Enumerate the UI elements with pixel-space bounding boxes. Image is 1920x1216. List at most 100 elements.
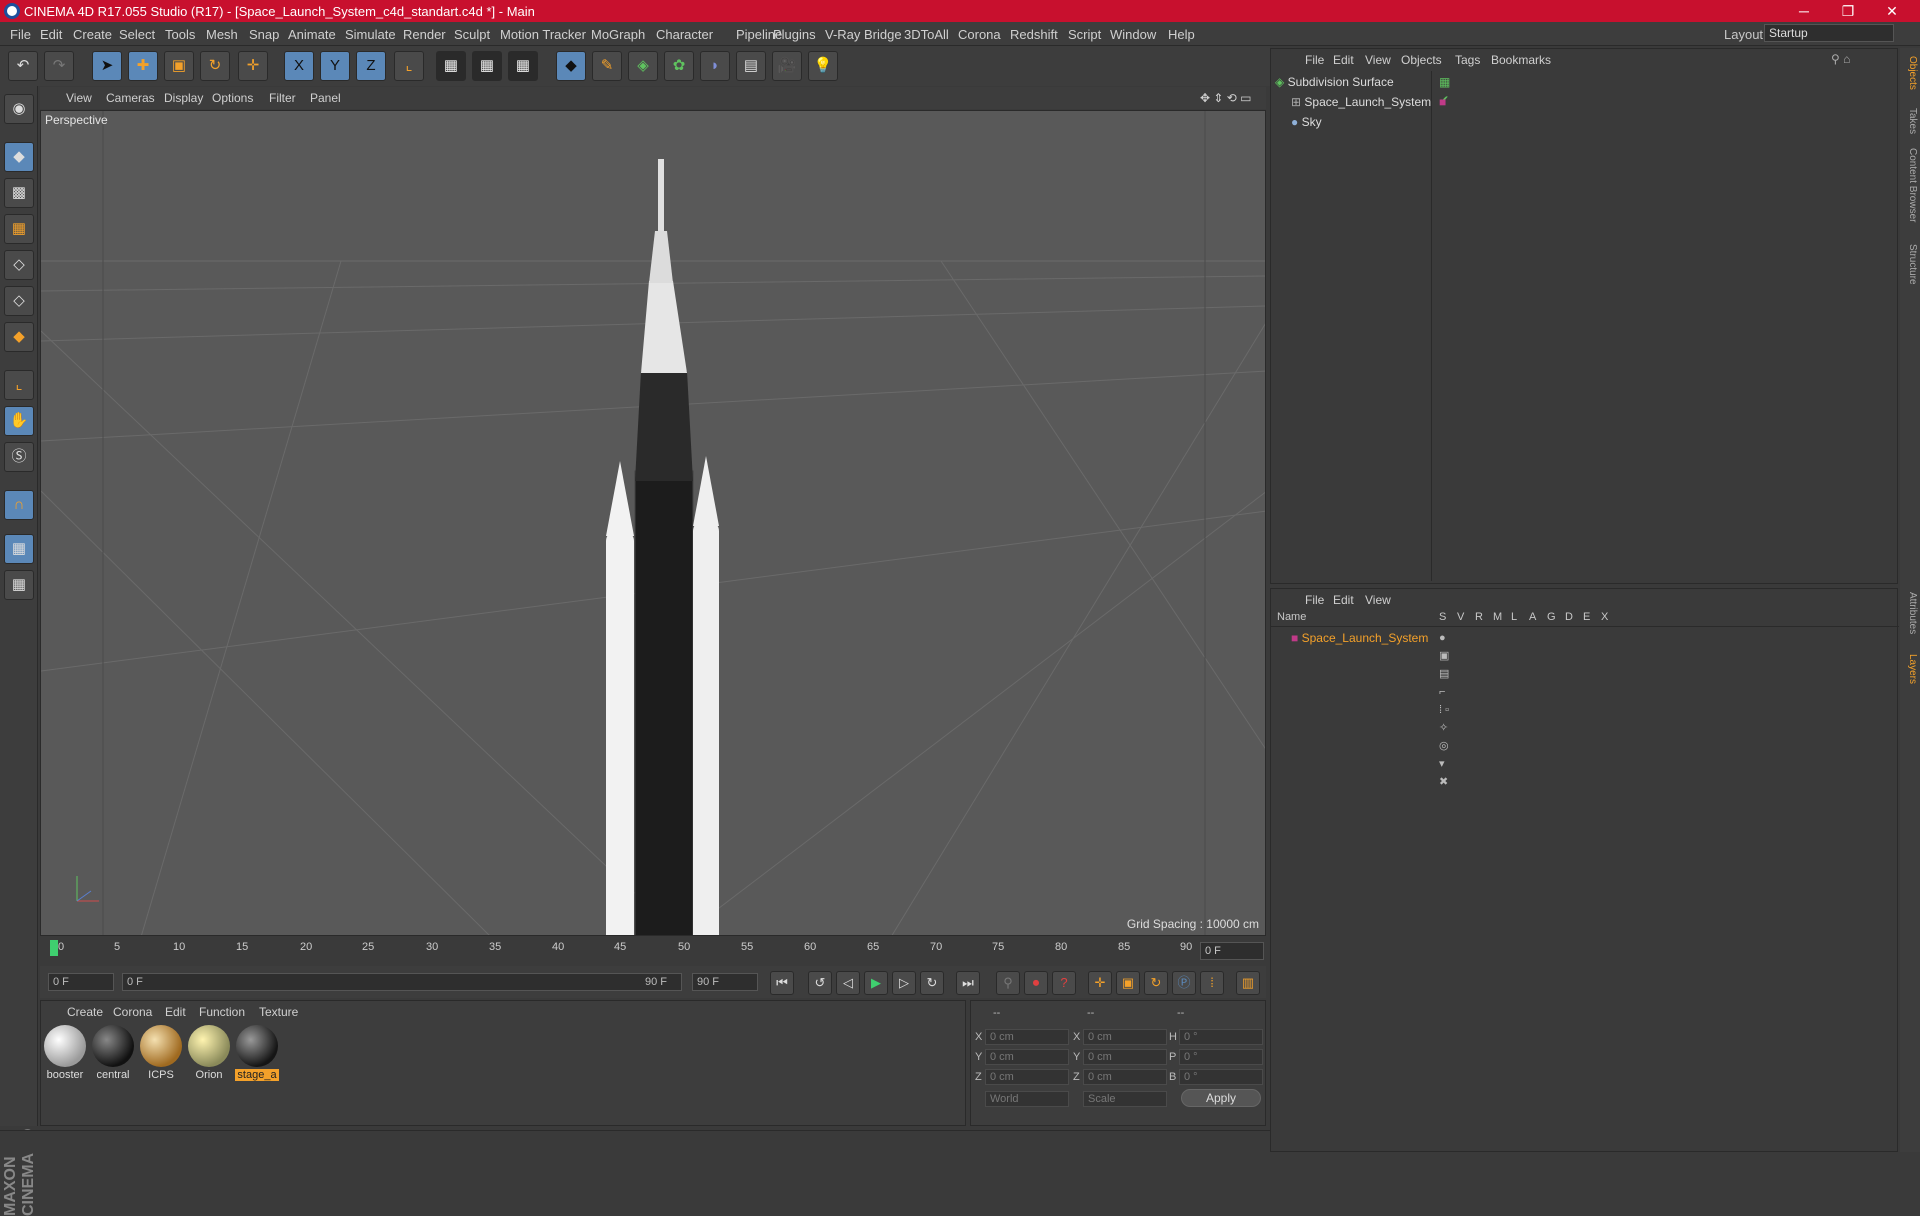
vp-menu-filter[interactable]: Filter — [269, 91, 296, 105]
menu-help[interactable]: Help — [1168, 27, 1195, 42]
step-back-icon[interactable]: ◁ — [836, 971, 860, 995]
texture-mode-icon[interactable]: ▩ — [4, 178, 34, 208]
scale-icon[interactable]: ▣ — [164, 51, 194, 81]
prev-key-icon[interactable]: ↺ — [808, 971, 832, 995]
step-forward-icon[interactable]: ▷ — [892, 971, 916, 995]
material-swatch[interactable]: central — [91, 1025, 135, 1083]
pen-spline-icon[interactable]: ✎ — [592, 51, 622, 81]
camera-icon[interactable]: 🎥 — [772, 51, 802, 81]
tab-takes[interactable]: Takes — [1902, 108, 1918, 134]
menu-file[interactable]: File — [10, 27, 31, 42]
rotation-b-field[interactable]: 0 ° — [1179, 1069, 1263, 1085]
menu-plugins[interactable]: Plugins — [773, 27, 816, 42]
menu-motion-tracker[interactable]: Motion Tracker — [500, 27, 586, 42]
light-icon[interactable]: 💡 — [808, 51, 838, 81]
menu-vray-bridge[interactable]: V-Ray Bridge — [825, 27, 902, 42]
obj-menu-view[interactable]: View — [1365, 53, 1391, 67]
edges-mode-icon[interactable]: ◇ — [4, 286, 34, 316]
move-icon[interactable]: ✚ — [128, 51, 158, 81]
end-frame-field[interactable]: 90 F — [692, 973, 758, 991]
redo-icon[interactable]: ↷ — [44, 51, 74, 81]
points-mode-icon[interactable]: ◇ — [4, 250, 34, 280]
key-rotation-icon[interactable]: ↻ — [1144, 971, 1168, 995]
play-icon[interactable]: ▶ — [864, 971, 888, 995]
layer-tag-icon[interactable]: ■ — [1439, 93, 1446, 111]
frame-range-slider[interactable]: 0 F 90 F — [122, 973, 682, 991]
layout-select[interactable]: Startup — [1764, 24, 1894, 42]
obj-menu-edit[interactable]: Edit — [1333, 53, 1354, 67]
playhead[interactable] — [50, 940, 58, 956]
material-swatch[interactable]: Orion — [187, 1025, 231, 1083]
vp-menu-panel[interactable]: Panel — [310, 91, 341, 105]
tab-layers[interactable]: Layers — [1902, 654, 1918, 684]
mat-menu-edit[interactable]: Edit — [165, 1005, 186, 1019]
record-icon[interactable]: ⏺ — [1024, 971, 1048, 995]
viewport-nav-icons[interactable]: ✥ ⇕ ⟲ ▭ — [1200, 91, 1252, 105]
timeline-window-icon[interactable]: ▥ — [1236, 971, 1260, 995]
key-pla-icon[interactable]: ⁞ — [1200, 971, 1224, 995]
rotation-p-field[interactable]: 0 ° — [1179, 1049, 1263, 1065]
menu-corona[interactable]: Corona — [958, 27, 1001, 42]
layer-color-icon[interactable]: ■ — [1291, 631, 1302, 645]
size-y-field[interactable]: 0 cm — [1083, 1049, 1167, 1065]
menu-snap[interactable]: Snap — [249, 27, 279, 42]
autokey-icon[interactable]: ? — [1052, 971, 1076, 995]
vp-menu-cameras[interactable]: Cameras — [106, 91, 155, 105]
menu-render[interactable]: Render — [403, 27, 446, 42]
transform-icon[interactable]: ✛ — [238, 51, 268, 81]
layer-menu-file[interactable]: File — [1305, 593, 1324, 607]
object-row-subdivision[interactable]: ◈ Subdivision Surface ▦ ✔ — [1275, 73, 1450, 107]
menu-mograph[interactable]: MoGraph — [591, 27, 645, 42]
key-scale-icon[interactable]: ▣ — [1116, 971, 1140, 995]
minimize-button[interactable]: ─ — [1782, 0, 1826, 22]
material-swatch[interactable]: booster — [43, 1025, 87, 1083]
size-mode-select[interactable]: Scale — [1083, 1091, 1167, 1107]
go-to-start-icon[interactable]: ⏮ — [770, 971, 794, 995]
menu-edit[interactable]: Edit — [40, 27, 62, 42]
motion-path-icon[interactable]: ⚲ — [996, 971, 1020, 995]
tab-attributes[interactable]: Attributes — [1902, 592, 1918, 634]
tab-objects[interactable]: Objects — [1902, 56, 1918, 90]
menu-simulate[interactable]: Simulate — [345, 27, 396, 42]
deformer-icon[interactable]: ◗ — [700, 51, 730, 81]
workplane-lock-icon[interactable]: ▦ — [4, 534, 34, 564]
select-arrow-icon[interactable]: ➤ — [92, 51, 122, 81]
key-position-icon[interactable]: ✛ — [1088, 971, 1112, 995]
mat-menu-corona[interactable]: Corona — [113, 1005, 152, 1019]
menu-select[interactable]: Select — [119, 27, 155, 42]
obj-menu-bookmarks[interactable]: Bookmarks — [1491, 53, 1551, 67]
position-y-field[interactable]: 0 cm — [985, 1049, 1069, 1065]
menu-animate[interactable]: Animate — [288, 27, 336, 42]
rotation-h-field[interactable]: 0 ° — [1179, 1029, 1263, 1045]
render-view-icon[interactable]: ▦ — [436, 51, 466, 81]
render-picture-viewer-icon[interactable]: ▦ — [472, 51, 502, 81]
perspective-viewport[interactable]: Perspective Grid Spacing : 10000 cm — [40, 110, 1266, 936]
obj-menu-tags[interactable]: Tags — [1455, 53, 1480, 67]
position-x-field[interactable]: 0 cm — [985, 1029, 1069, 1045]
menu-redshift[interactable]: Redshift — [1010, 27, 1058, 42]
position-z-field[interactable]: 0 cm — [985, 1069, 1069, 1085]
layer-row[interactable]: ■ Space_Launch_System ● ▣ ▤ ⌐ ⁞ ▫ ✧ ◎ ▾ ✖ — [1291, 629, 1449, 788]
workplane-icon[interactable]: ▦ — [4, 214, 34, 244]
go-to-end-icon[interactable]: ⏭ — [956, 971, 980, 995]
rotate-icon[interactable]: ↻ — [200, 51, 230, 81]
current-frame-field[interactable]: 0 F — [1200, 942, 1264, 960]
model-mode-icon[interactable]: ◆ — [4, 142, 34, 172]
coordinate-mode-select[interactable]: World — [985, 1091, 1069, 1107]
tab-content-browser[interactable]: Content Browser — [1902, 148, 1918, 222]
close-button[interactable]: ✕ — [1870, 0, 1914, 22]
menu-3dtoall[interactable]: 3DToAll — [904, 27, 949, 42]
layer-menu-edit[interactable]: Edit — [1333, 593, 1354, 607]
menu-create[interactable]: Create — [73, 27, 112, 42]
layer-menu-view[interactable]: View — [1365, 593, 1391, 607]
menu-sculpt[interactable]: Sculpt — [454, 27, 490, 42]
apply-button[interactable]: Apply — [1181, 1089, 1261, 1107]
size-x-field[interactable]: 0 cm — [1083, 1029, 1167, 1045]
grid-snap-icon[interactable]: ▦ — [4, 570, 34, 600]
undo-icon[interactable]: ↶ — [8, 51, 38, 81]
menu-character[interactable]: Character — [656, 27, 713, 42]
x-axis-button[interactable]: X — [284, 51, 314, 81]
search-icon[interactable]: ⚲ ⌂ — [1831, 52, 1850, 66]
coordinate-system-icon[interactable]: ⌞ — [394, 51, 424, 81]
polygons-mode-icon[interactable]: ◆ — [4, 322, 34, 352]
